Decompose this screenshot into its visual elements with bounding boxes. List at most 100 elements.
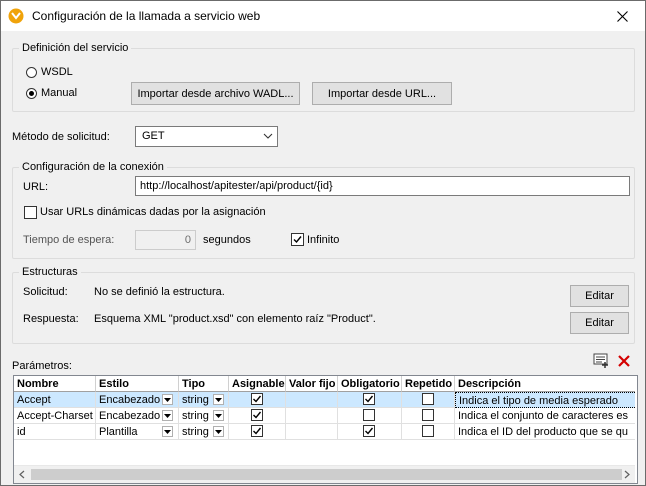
edit-request-button[interactable]: Editar: [570, 285, 629, 307]
dynamic-urls-checkbox[interactable]: [24, 206, 37, 219]
checkmark-icon: [293, 236, 302, 244]
infinite-label[interactable]: Infinito: [307, 234, 339, 246]
table-row[interactable]: Accept Encabezado string Indica el tipo …: [14, 392, 635, 408]
table-row[interactable]: Accept-Charset Encabezado string Indica …: [14, 408, 635, 424]
add-parameter-button[interactable]: [593, 353, 611, 369]
cell-repeated[interactable]: [402, 392, 455, 408]
scroll-left-icon[interactable]: [14, 466, 31, 483]
column-header-style[interactable]: Estilo: [96, 376, 179, 392]
cell-type[interactable]: string: [179, 424, 229, 440]
cell-assignable[interactable]: [229, 408, 286, 424]
delete-icon: [618, 355, 630, 367]
cell-repeated[interactable]: [402, 424, 455, 440]
repeated-checkbox[interactable]: [422, 425, 434, 437]
url-input[interactable]: http://localhost/apitester/api/product/{…: [135, 176, 630, 196]
table-row[interactable]: id Plantilla string Indica el ID del pro…: [14, 424, 635, 440]
cell-style[interactable]: Plantilla: [96, 424, 179, 440]
infinite-checkbox[interactable]: [291, 233, 304, 246]
cell-name[interactable]: Accept-Charset: [14, 408, 96, 424]
cell-required[interactable]: [338, 424, 402, 440]
cell-name[interactable]: Accept: [14, 392, 96, 408]
checkmark-icon: [365, 427, 374, 435]
cell-description[interactable]: Indica el ID del producto que se qu: [455, 424, 635, 440]
checkmark-icon: [253, 395, 262, 403]
response-structure-value: Esquema XML "product.xsd" con elemento r…: [94, 313, 376, 325]
assignable-checkbox[interactable]: [251, 393, 263, 405]
manual-radio[interactable]: [26, 88, 37, 99]
wsdl-radio[interactable]: [26, 67, 37, 78]
assignable-checkbox[interactable]: [251, 409, 263, 421]
cell-style-value: Plantilla: [99, 426, 138, 438]
request-structure-label: Solicitud:: [23, 286, 68, 298]
cell-required[interactable]: [338, 392, 402, 408]
checkmark-icon: [253, 411, 262, 419]
cell-type-value: string: [182, 394, 209, 406]
column-header-fixed-value[interactable]: Valor fijo: [286, 376, 338, 392]
request-method-label: Método de solicitud:: [12, 131, 110, 143]
cell-assignable[interactable]: [229, 392, 286, 408]
checkmark-icon: [365, 395, 374, 403]
cell-style[interactable]: Encabezado: [96, 408, 179, 424]
checkmark-icon: [253, 427, 262, 435]
parameters-table: Nombre Estilo Tipo Asignable Valor fijo …: [13, 375, 638, 484]
timeout-unit: segundos: [203, 234, 251, 246]
title-bar: Configuración de la llamada a servicio w…: [1, 1, 645, 31]
cell-fixed-value[interactable]: [286, 392, 338, 408]
column-header-name[interactable]: Nombre: [14, 376, 96, 392]
window-title: Configuración de la llamada a servicio w…: [32, 9, 261, 23]
repeated-checkbox[interactable]: [422, 409, 434, 421]
cell-assignable[interactable]: [229, 424, 286, 440]
close-button[interactable]: [599, 1, 645, 31]
timeout-input[interactable]: 0: [135, 230, 196, 250]
column-header-required[interactable]: Obligatorio: [338, 376, 402, 392]
dropdown-arrow-icon[interactable]: [162, 426, 173, 437]
cell-fixed-value[interactable]: [286, 408, 338, 424]
required-checkbox[interactable]: [363, 409, 375, 421]
cell-description[interactable]: Indica el tipo de media esperado: [455, 392, 635, 408]
cell-repeated[interactable]: [402, 408, 455, 424]
required-checkbox[interactable]: [363, 425, 375, 437]
cell-description[interactable]: Indica el conjunto de caracteres es: [455, 408, 635, 424]
cell-name[interactable]: id: [14, 424, 96, 440]
delete-parameter-button[interactable]: [616, 353, 632, 369]
dropdown-arrow-icon[interactable]: [213, 426, 224, 437]
dropdown-arrow-icon[interactable]: [213, 394, 224, 405]
cell-type-value: string: [182, 410, 209, 422]
url-label: URL:: [23, 181, 49, 193]
chevron-down-icon: [263, 133, 273, 139]
scroll-right-icon[interactable]: [618, 466, 635, 483]
dropdown-arrow-icon[interactable]: [162, 394, 173, 405]
cell-type[interactable]: string: [179, 392, 229, 408]
structures-group: [12, 272, 635, 344]
timeout-label: Tiempo de espera:: [23, 234, 115, 246]
required-checkbox[interactable]: [363, 393, 375, 405]
connection-title: Configuración de la conexión: [19, 161, 167, 173]
assignable-checkbox[interactable]: [251, 425, 263, 437]
column-header-assignable[interactable]: Asignable: [229, 376, 286, 392]
cell-type[interactable]: string: [179, 408, 229, 424]
horizontal-scrollbar[interactable]: [14, 465, 635, 483]
wsdl-radio-label[interactable]: WSDL: [41, 66, 73, 78]
scrollbar-thumb[interactable]: [31, 469, 622, 480]
dropdown-arrow-icon[interactable]: [162, 410, 173, 421]
column-header-description[interactable]: Descripción: [455, 376, 635, 392]
import-wadl-button[interactable]: Importar desde archivo WADL...: [131, 82, 300, 105]
request-method-value: GET: [142, 130, 165, 142]
cell-fixed-value[interactable]: [286, 424, 338, 440]
dropdown-arrow-icon[interactable]: [213, 410, 224, 421]
repeated-checkbox[interactable]: [422, 393, 434, 405]
dynamic-urls-label[interactable]: Usar URLs dinámicas dadas por la asignac…: [40, 206, 266, 218]
service-definition-title: Definición del servicio: [19, 42, 132, 54]
manual-radio-label[interactable]: Manual: [41, 87, 77, 99]
cell-required[interactable]: [338, 408, 402, 424]
cell-style[interactable]: Encabezado: [96, 392, 179, 408]
add-row-icon: [593, 353, 608, 368]
column-header-type[interactable]: Tipo: [179, 376, 229, 392]
request-structure-value: No se definió la estructura.: [94, 286, 225, 298]
import-url-button[interactable]: Importar desde URL...: [312, 82, 452, 105]
edit-response-button[interactable]: Editar: [570, 312, 629, 334]
column-header-repeated[interactable]: Repetido: [402, 376, 455, 392]
close-icon: [616, 10, 628, 22]
structures-title: Estructuras: [19, 266, 81, 278]
request-method-select[interactable]: GET: [135, 126, 278, 147]
